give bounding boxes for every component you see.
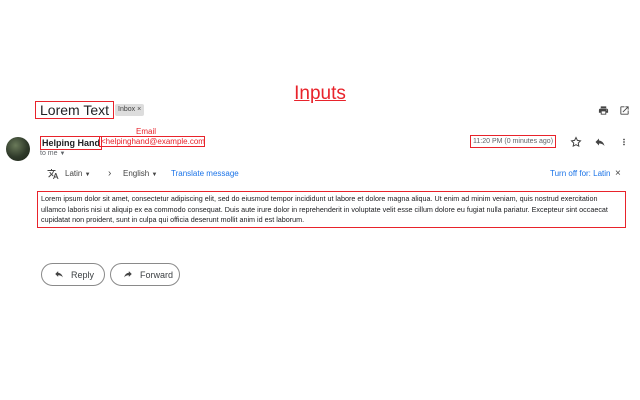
chevron-right-icon: › <box>108 168 112 179</box>
sender-avatar <box>6 137 30 161</box>
source-language-value: Latin <box>65 169 83 178</box>
recipient-dropdown[interactable]: to me ▼ <box>40 150 65 157</box>
sender-line: Helping Hand <box>40 136 102 150</box>
recipient-label: to me <box>40 150 58 157</box>
turn-off-translation-link[interactable]: Turn off for: Latin <box>550 168 610 180</box>
star-icon[interactable] <box>569 135 583 149</box>
reply-label: Reply <box>71 269 95 280</box>
caret-down-icon: ▼ <box>151 172 158 178</box>
email-annotation-label: Email <box>136 127 157 136</box>
translate-icon <box>47 168 59 184</box>
translate-bar: Latin ▼ › English ▼ Translate message Tu… <box>40 168 626 182</box>
open-in-new-icon[interactable] <box>617 103 631 117</box>
forward-label: Forward <box>140 269 174 280</box>
reply-button[interactable]: Reply <box>41 263 105 286</box>
more-vert-icon[interactable] <box>618 135 630 149</box>
inbox-label-chip[interactable]: Inbox × <box>115 104 145 116</box>
reply-icon[interactable] <box>593 135 607 149</box>
close-translate-icon[interactable]: × <box>615 168 621 180</box>
inbox-chip-label: Inbox <box>118 106 136 113</box>
target-language-select[interactable]: English ▼ <box>123 168 157 181</box>
caret-down-icon: ▼ <box>84 172 91 178</box>
target-language-value: English <box>123 169 150 178</box>
email-body: Lorem ipsum dolor sit amet, consectetur … <box>37 191 626 228</box>
print-icon[interactable] <box>596 103 610 117</box>
sender-email: <helpinghand@example.com> <box>99 136 205 147</box>
sender-name: Helping Hand <box>40 136 102 150</box>
forward-icon <box>123 269 133 281</box>
translate-message-link[interactable]: Translate message <box>171 168 239 180</box>
forward-button[interactable]: Forward <box>110 263 180 286</box>
inbox-chip-remove[interactable]: × <box>137 106 141 113</box>
email-subject: Lorem Text <box>35 101 114 119</box>
chevron-down-icon: ▼ <box>59 151 66 157</box>
email-timestamp: 11:20 PM (0 minutes ago) <box>470 135 557 148</box>
source-language-select[interactable]: Latin ▼ <box>65 168 91 181</box>
reply-icon <box>54 269 64 281</box>
